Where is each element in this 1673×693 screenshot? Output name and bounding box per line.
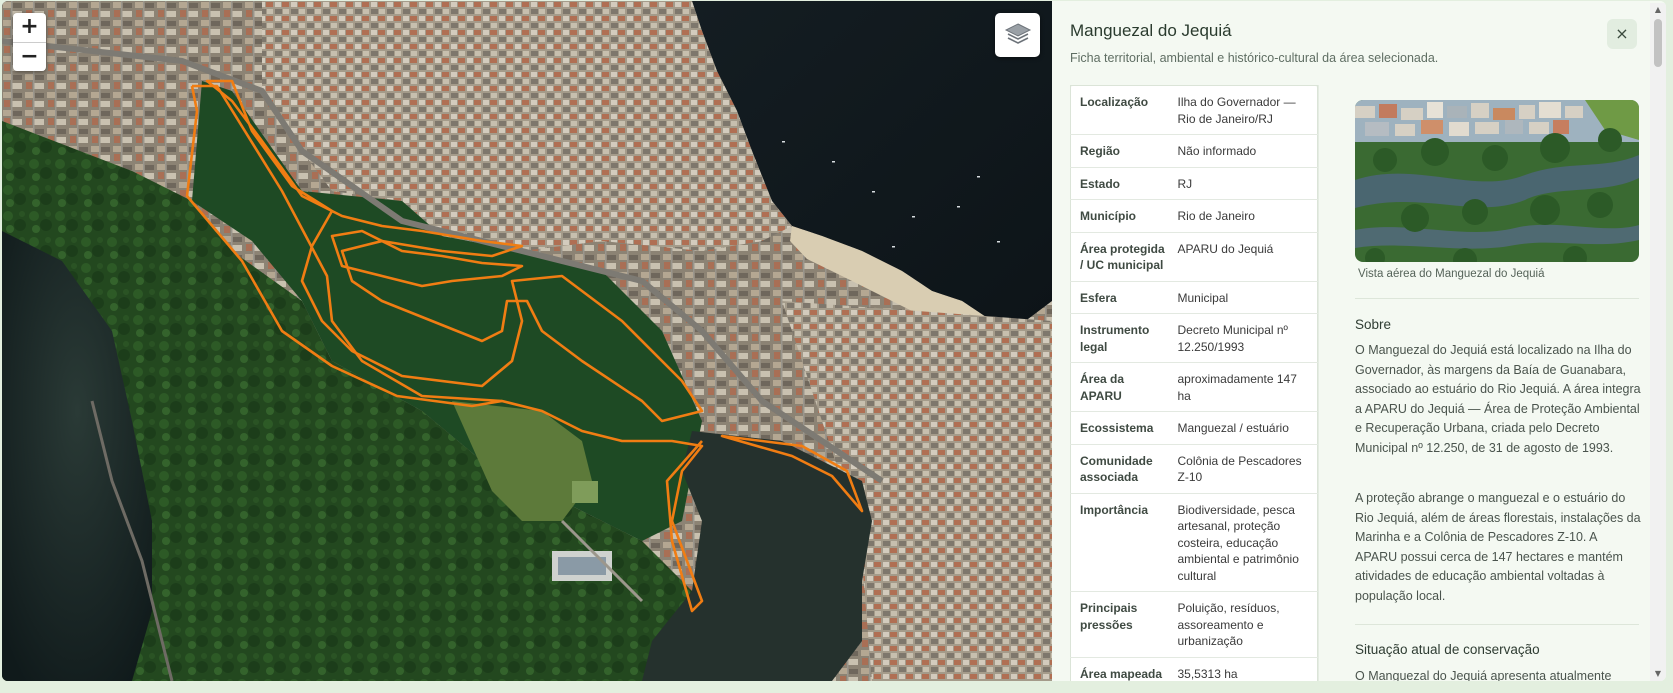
about-title: Sobre xyxy=(1355,317,1392,332)
info-key: Esfera xyxy=(1070,280,1169,314)
info-key: Ecossistema xyxy=(1070,411,1169,444)
about-paragraph-1: O Manguezal do Jequiá está localizado na… xyxy=(1355,343,1641,455)
zoom-in-button[interactable]: + xyxy=(13,13,46,42)
column-divider xyxy=(1318,85,1319,681)
info-row: Importância Biodiversidade, pesca artesan… xyxy=(1070,492,1318,592)
info-value: 35,5313 ha xyxy=(1168,656,1318,681)
map-view[interactable]: + − xyxy=(2,1,1052,681)
scrollbar-track[interactable] xyxy=(1650,3,1666,681)
layers-button[interactable] xyxy=(995,13,1040,57)
info-value: Biodiversidade, pesca artesanal, proteçã… xyxy=(1168,492,1318,592)
conservation-title: Situação atual de conservação xyxy=(1355,642,1540,657)
info-key: Área da APARU xyxy=(1070,362,1169,412)
info-value: Manguezal / estuário xyxy=(1168,411,1318,444)
panel-title: Manguezal do Jequiá xyxy=(1070,21,1232,40)
area-photo xyxy=(1355,100,1639,262)
photo-caption: Vista aérea do Manguezal do Jequiá xyxy=(1358,268,1545,280)
info-row: Localização Ilha do Governador — Rio de J… xyxy=(1071,86,1318,135)
satellite-imagery xyxy=(2,1,1052,681)
close-button[interactable]: × xyxy=(1607,19,1637,49)
panel-subtitle: Ficha territorial, ambiental e histórico… xyxy=(1070,51,1439,65)
zoom-control: + − xyxy=(13,13,46,71)
info-row: Área da APARU aproximadamente 147 ha xyxy=(1070,362,1318,412)
info-value: RJ xyxy=(1168,166,1318,200)
info-key: Comunidade associada xyxy=(1070,443,1169,493)
info-key: Localização xyxy=(1080,95,1149,109)
info-row: Área protegida / UC municipal APARU do Je… xyxy=(1070,231,1318,281)
info-key: Instrumento legal xyxy=(1070,313,1169,363)
about-paragraph-2: A proteção abrange o manguezal e o estuá… xyxy=(1355,491,1641,603)
info-row: Ecossistema Manguezal / estuário xyxy=(1070,411,1318,444)
info-value: Rio de Janeiro xyxy=(1168,199,1318,232)
info-row: Região Não informado xyxy=(1070,134,1318,167)
info-table: Localização Ilha do Governador — Rio de J… xyxy=(1070,85,1318,681)
info-row: Esfera Municipal xyxy=(1070,280,1318,314)
info-value: Ilha do Governador — Rio de Janeiro/RJ xyxy=(1177,95,1296,126)
section-divider xyxy=(1355,298,1639,299)
conservation-paragraph-1: O Manguezal do Jequiá apresenta atualmen… xyxy=(1355,669,1612,681)
app-window: + − Manguezal do Jequiá Ficha territoria… xyxy=(2,1,1666,681)
info-row: Instrumento legal Decreto Municipal nº 12… xyxy=(1070,313,1318,363)
info-row: Principais pressões Poluição, resíduos, a… xyxy=(1070,591,1318,657)
scrollbar-thumb[interactable] xyxy=(1654,19,1662,67)
info-value: Colônia de Pescadores Z-10 xyxy=(1168,443,1318,493)
section-divider xyxy=(1355,624,1639,625)
info-value: Não informado xyxy=(1168,134,1318,167)
layers-icon xyxy=(1004,23,1031,44)
info-key: Importância xyxy=(1070,492,1169,592)
info-value: APARU do Jequiá xyxy=(1168,231,1318,281)
info-value: Poluição, resíduos, assoreamento e urban… xyxy=(1168,591,1318,657)
info-key: Município xyxy=(1070,199,1169,232)
info-row: Município Rio de Janeiro xyxy=(1070,199,1318,232)
info-key: Área mapeada xyxy=(1070,656,1169,681)
info-panel: Manguezal do Jequiá Ficha territorial, a… xyxy=(1052,1,1666,681)
info-value: aproximadamente 147 ha xyxy=(1168,362,1318,412)
info-row: Área mapeada 35,5313 ha xyxy=(1070,656,1318,681)
info-key: Estado xyxy=(1070,166,1169,200)
info-row: Estado RJ xyxy=(1070,166,1318,200)
info-key: Área protegida / UC municipal xyxy=(1070,231,1169,281)
scroll-down-arrow-icon[interactable]: ▼ xyxy=(1652,669,1664,679)
info-value: Decreto Municipal nº 12.250/1993 xyxy=(1168,313,1318,363)
info-value: Municipal xyxy=(1168,280,1318,314)
zoom-out-button[interactable]: − xyxy=(13,42,46,71)
info-key: Região xyxy=(1070,134,1169,167)
info-key: Principais pressões xyxy=(1070,591,1169,657)
scroll-up-arrow-icon[interactable]: ▲ xyxy=(1652,5,1664,15)
info-row: Comunidade associada Colônia de Pescadore… xyxy=(1070,443,1318,493)
